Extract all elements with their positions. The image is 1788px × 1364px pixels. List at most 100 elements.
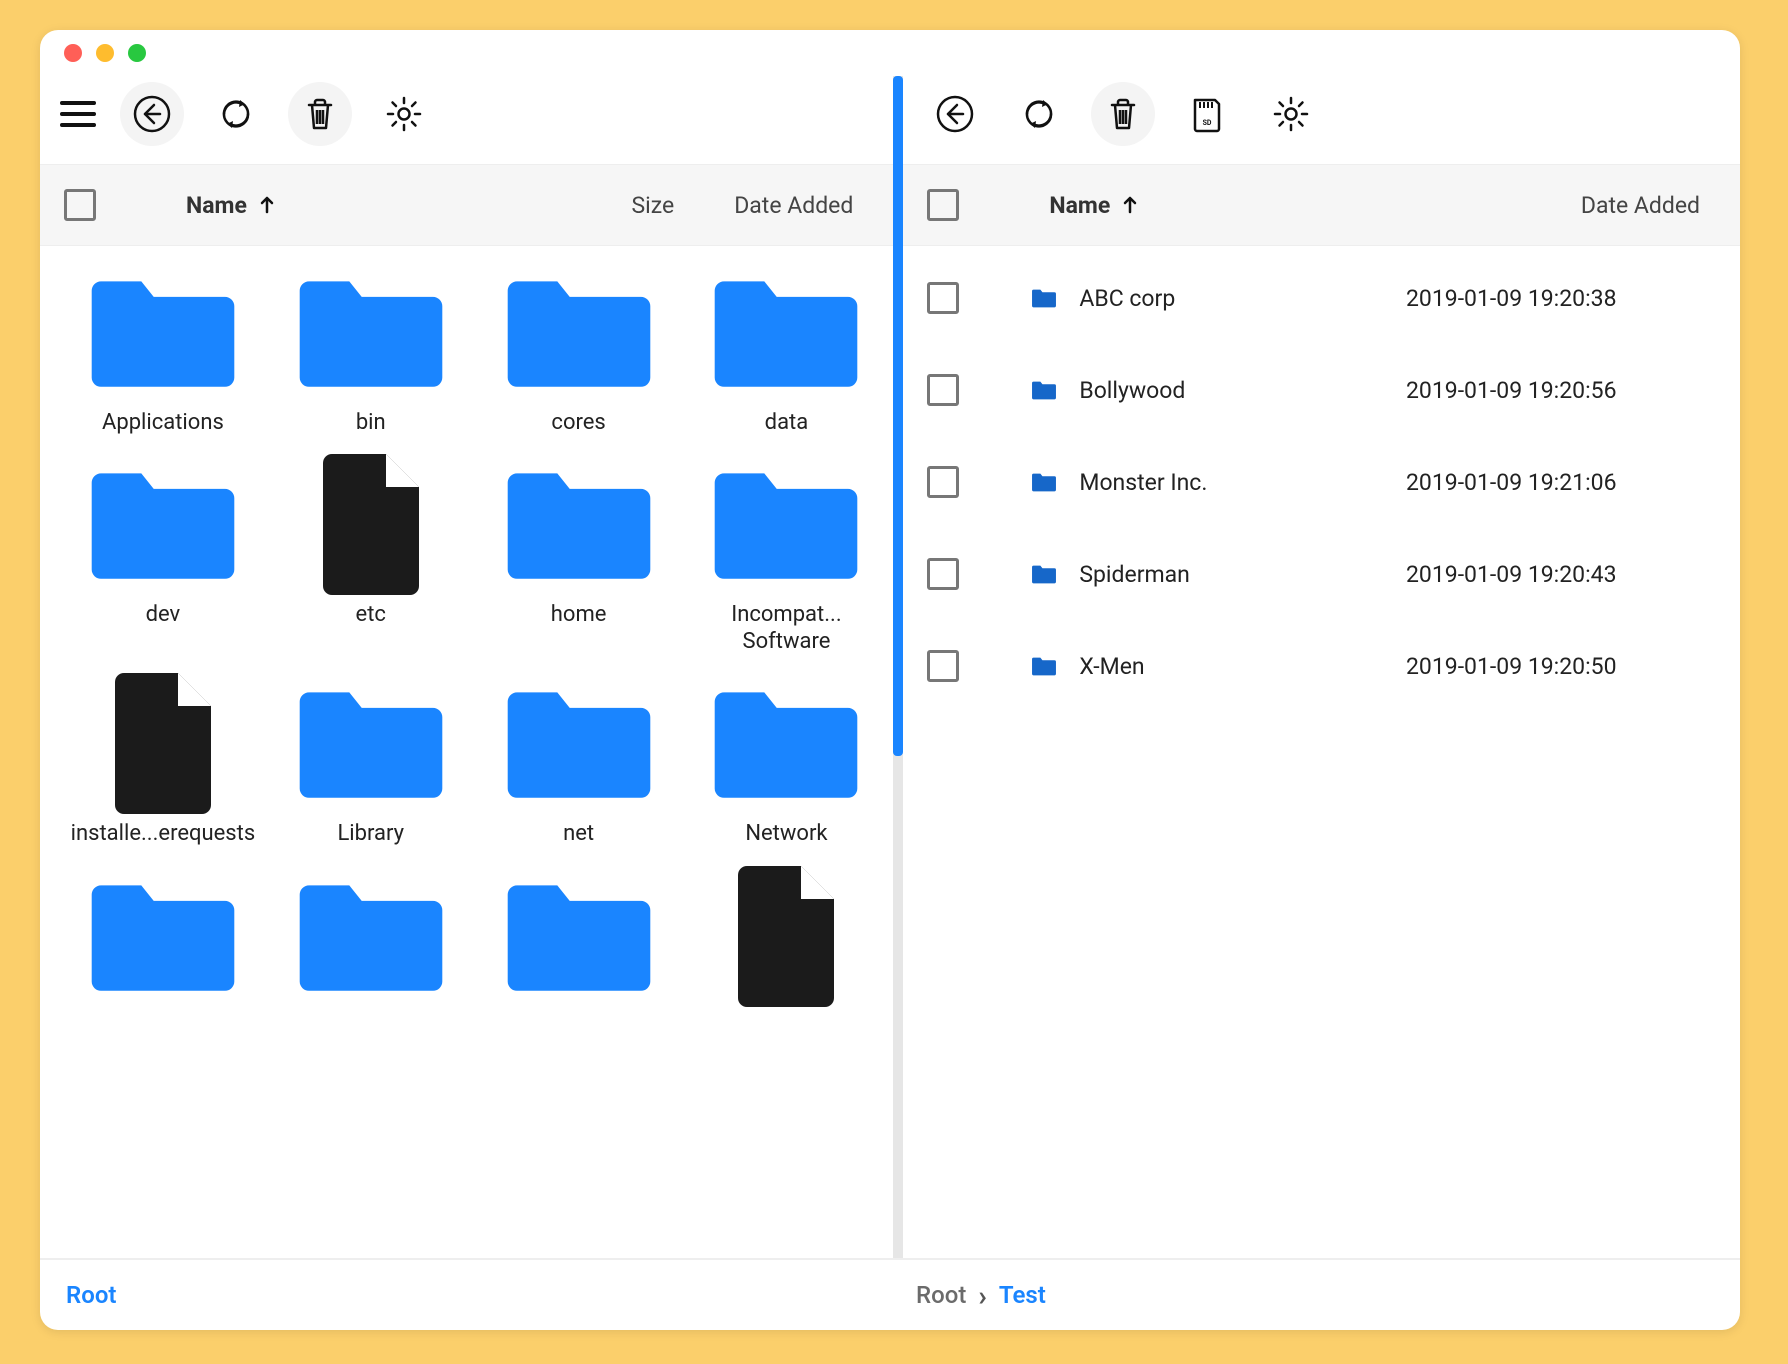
- grid-item-label: Network: [745, 821, 827, 847]
- folder-icon: [499, 266, 659, 396]
- sdcard-button[interactable]: SD: [1175, 82, 1239, 146]
- grid-item[interactable]: etc: [272, 458, 470, 655]
- zoom-window-button[interactable]: [128, 44, 146, 62]
- grid-item[interactable]: cores: [480, 266, 678, 436]
- grid-item[interactable]: [480, 870, 678, 1014]
- left-pane: Name Size Date Added Applications bin co…: [40, 76, 893, 1258]
- grid-item[interactable]: Applications: [64, 266, 262, 436]
- grid-item-label: bin: [356, 410, 386, 436]
- grid-item[interactable]: Network: [688, 677, 886, 847]
- list-row[interactable]: Monster Inc. 2019-01-09 19:21:06: [903, 436, 1740, 528]
- row-checkbox[interactable]: [927, 650, 959, 682]
- grid-item[interactable]: [272, 870, 470, 1014]
- grid-item-label: Library: [337, 821, 404, 847]
- menu-button[interactable]: [60, 101, 96, 127]
- select-all-checkbox[interactable]: [64, 189, 96, 221]
- refresh-button[interactable]: [204, 82, 268, 146]
- breadcrumb-segment[interactable]: Test: [999, 1281, 1046, 1309]
- grid-item[interactable]: Library: [272, 677, 470, 847]
- select-all-checkbox[interactable]: [927, 189, 959, 221]
- right-list-view: ABC corp 2019-01-09 19:20:38 Bollywood 2…: [903, 246, 1740, 1258]
- scrollbar-thumb[interactable]: [893, 76, 903, 756]
- row-date: 2019-01-09 19:20:43: [1406, 561, 1716, 588]
- grid-item[interactable]: data: [688, 266, 886, 436]
- list-row[interactable]: X-Men 2019-01-09 19:20:50: [903, 620, 1740, 712]
- row-name: X-Men: [1079, 653, 1406, 680]
- left-grid-view: Applications bin cores data dev etc home…: [40, 246, 893, 1258]
- breadcrumb-segment[interactable]: Root: [66, 1281, 116, 1309]
- folder-icon: [1031, 655, 1057, 677]
- sort-by-name[interactable]: Name: [186, 192, 277, 219]
- chevron-right-icon: ›: [978, 1279, 986, 1312]
- grid-item-label: cores: [551, 410, 605, 436]
- file-icon: [706, 870, 866, 1000]
- sort-by-date[interactable]: Date Added: [1581, 192, 1700, 219]
- back-button[interactable]: [923, 82, 987, 146]
- minimize-window-button[interactable]: [96, 44, 114, 62]
- folder-icon: [706, 677, 866, 807]
- sort-by-name[interactable]: Name: [1049, 192, 1140, 219]
- file-icon: [291, 458, 451, 588]
- grid-item[interactable]: home: [480, 458, 678, 655]
- right-column-header: Name Date Added: [903, 164, 1740, 246]
- file-icon: [83, 677, 243, 807]
- row-checkbox[interactable]: [927, 466, 959, 498]
- grid-item-label: installe...erequests: [71, 821, 256, 847]
- trash-icon: [1103, 94, 1143, 134]
- bottom-bar: Root Root › Test: [40, 1258, 1740, 1330]
- grid-item-label: data: [765, 410, 809, 436]
- folder-icon: [706, 458, 866, 588]
- breadcrumb-segment[interactable]: Root: [916, 1281, 966, 1309]
- row-name: Monster Inc.: [1079, 469, 1406, 496]
- grid-item[interactable]: [688, 870, 886, 1014]
- grid-item[interactable]: dev: [64, 458, 262, 655]
- row-checkbox[interactable]: [927, 374, 959, 406]
- folder-icon: [83, 266, 243, 396]
- grid-item[interactable]: installe...erequests: [64, 677, 262, 847]
- pane-divider[interactable]: [893, 76, 903, 1258]
- sort-asc-icon: [1120, 195, 1140, 215]
- left-toolbar: [40, 76, 893, 164]
- settings-button[interactable]: [372, 82, 436, 146]
- row-checkbox[interactable]: [927, 558, 959, 590]
- folder-icon: [83, 458, 243, 588]
- folder-icon: [499, 870, 659, 1000]
- row-date: 2019-01-09 19:20:56: [1406, 377, 1716, 404]
- settings-button[interactable]: [1259, 82, 1323, 146]
- row-checkbox[interactable]: [927, 282, 959, 314]
- list-row[interactable]: Spiderman 2019-01-09 19:20:43: [903, 528, 1740, 620]
- column-name-label: Name: [1049, 192, 1110, 219]
- arrow-left-circle-icon: [935, 94, 975, 134]
- grid-item[interactable]: bin: [272, 266, 470, 436]
- row-date: 2019-01-09 19:21:06: [1406, 469, 1716, 496]
- grid-item[interactable]: Incompat... Software: [688, 458, 886, 655]
- right-breadcrumb: Root › Test: [890, 1259, 1740, 1330]
- trash-button[interactable]: [288, 82, 352, 146]
- grid-item[interactable]: [64, 870, 262, 1014]
- refresh-icon: [216, 94, 256, 134]
- grid-item-label: home: [551, 602, 607, 628]
- row-name: ABC corp: [1079, 285, 1406, 312]
- folder-icon: [1031, 471, 1057, 493]
- gear-icon: [1271, 94, 1311, 134]
- window-titlebar: [40, 30, 1740, 76]
- close-window-button[interactable]: [64, 44, 82, 62]
- trash-button[interactable]: [1091, 82, 1155, 146]
- grid-item-label: Applications: [102, 410, 224, 436]
- list-row[interactable]: Bollywood 2019-01-09 19:20:56: [903, 344, 1740, 436]
- stage: Name Size Date Added Applications bin co…: [0, 0, 1788, 1364]
- folder-icon: [706, 266, 866, 396]
- grid-item[interactable]: net: [480, 677, 678, 847]
- sort-asc-icon: [257, 195, 277, 215]
- list-row[interactable]: ABC corp 2019-01-09 19:20:38: [903, 252, 1740, 344]
- left-breadcrumb: Root: [40, 1259, 890, 1330]
- refresh-icon: [1019, 94, 1059, 134]
- right-toolbar: SD: [903, 76, 1740, 164]
- folder-icon: [291, 677, 451, 807]
- refresh-button[interactable]: [1007, 82, 1071, 146]
- sort-by-size[interactable]: Size: [632, 192, 675, 219]
- back-button[interactable]: [120, 82, 184, 146]
- left-column-header: Name Size Date Added: [40, 164, 893, 246]
- grid-item-label: Incompat... Software: [691, 602, 881, 655]
- sort-by-date[interactable]: Date Added: [734, 192, 853, 219]
